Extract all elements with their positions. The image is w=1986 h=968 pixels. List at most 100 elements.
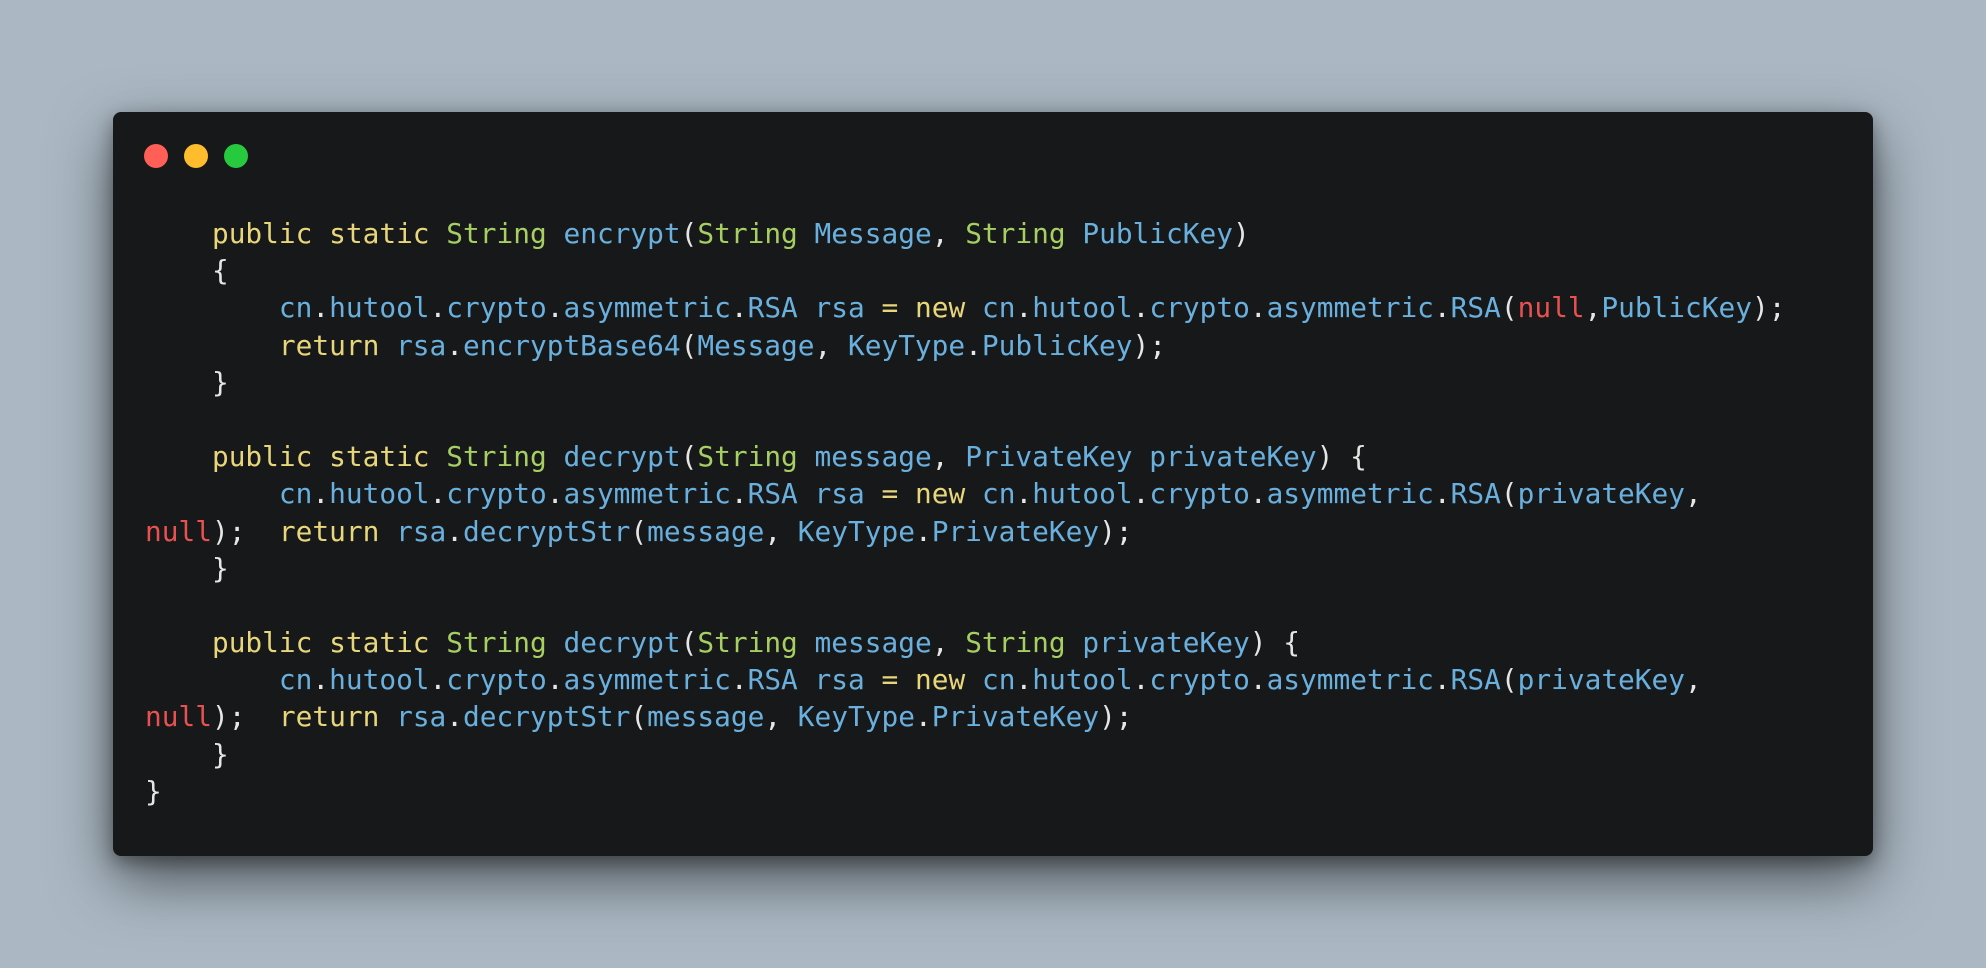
keyword-token: new (915, 291, 966, 325)
punctuation-token (145, 663, 279, 696)
identifier-token: RSA (747, 291, 798, 325)
punctuation-token (312, 440, 329, 473)
punctuation-token: . (730, 663, 748, 697)
punctuation-token (312, 217, 329, 250)
identifier-token: rsa (814, 663, 865, 697)
minimize-dot-icon[interactable] (184, 144, 208, 168)
window-controls (144, 144, 248, 168)
maximize-dot-icon[interactable] (224, 144, 248, 168)
punctuation-token: ) (1232, 217, 1250, 250)
punctuation-token: ) { (1316, 440, 1367, 474)
identifier-token: asymmetric (1266, 663, 1434, 697)
punctuation-token: ); (211, 700, 279, 734)
identifier-token: decrypt (563, 440, 681, 474)
code-line: null); return rsa.decryptStr(message, Ke… (145, 698, 1785, 735)
keyword-token: public (211, 440, 313, 474)
identifier-token: RSA (747, 663, 798, 697)
identifier-token: KeyType (797, 700, 915, 734)
punctuation-token: ( (1500, 663, 1518, 697)
punctuation-token (145, 440, 212, 473)
type-token: String (697, 626, 798, 660)
identifier-token: asymmetric (563, 477, 731, 511)
punctuation-token: . (312, 477, 330, 511)
punctuation-token: , (1584, 291, 1602, 325)
identifier-token: decryptStr (463, 700, 631, 734)
punctuation-token (145, 626, 212, 659)
punctuation-token: . (1015, 477, 1033, 511)
identifier-token: crypto (1149, 663, 1250, 697)
punctuation-token (965, 477, 982, 510)
identifier-token: rsa (814, 477, 865, 511)
identifier-token: PrivateKey (965, 440, 1133, 474)
punctuation-token (379, 515, 396, 548)
punctuation-token (965, 663, 982, 696)
identifier-token: cn (278, 477, 313, 511)
punctuation-token: . (1433, 477, 1451, 511)
identifier-token: crypto (446, 477, 547, 511)
type-token: String (697, 217, 798, 250)
code-line: } (145, 550, 1785, 587)
identifier-token: decryptStr (463, 514, 631, 548)
punctuation-token: , (1685, 477, 1702, 511)
identifier-token: rsa (396, 700, 447, 734)
identifier-token: decrypt (563, 626, 681, 660)
punctuation-token: . (730, 477, 748, 511)
punctuation-token: ( (1500, 291, 1518, 325)
punctuation-token: } (145, 365, 229, 399)
punctuation-token: } (145, 737, 229, 771)
punctuation-token: . (1132, 477, 1150, 511)
close-dot-icon[interactable] (144, 144, 168, 168)
identifier-token: privateKey (1517, 477, 1685, 511)
punctuation-token: . (965, 328, 982, 362)
punctuation-token: . (429, 477, 447, 511)
code-line: cn.hutool.crypto.asymmetric.RSA rsa = ne… (145, 475, 1785, 512)
identifier-token: cn (278, 291, 313, 325)
punctuation-token: ( (1500, 477, 1518, 511)
keyword-token: new (915, 663, 966, 697)
punctuation-token (965, 291, 982, 324)
punctuation-token (898, 663, 915, 696)
code-line: public static String encrypt(String Mess… (145, 215, 1785, 252)
code-line: { (145, 252, 1785, 289)
identifier-token: rsa (814, 291, 865, 325)
code-line: } (145, 364, 1785, 401)
identifier-token: privateKey (1082, 626, 1250, 660)
identifier-token: message (814, 440, 932, 474)
keyword-token: = (881, 663, 899, 697)
type-token: String (697, 440, 798, 474)
punctuation-token: ); (1099, 514, 1133, 548)
keyword-token: return (278, 328, 380, 362)
punctuation-token: . (546, 291, 564, 325)
punctuation-token: , (764, 514, 798, 548)
punctuation-token: . (1015, 291, 1033, 325)
identifier-token: crypto (1149, 291, 1250, 325)
type-token: String (965, 626, 1066, 660)
code-block: public static String encrypt(String Mess… (145, 215, 1785, 810)
identifier-token: rsa (396, 514, 447, 548)
code-line: public static String decrypt(String mess… (145, 624, 1785, 661)
punctuation-token (312, 626, 329, 659)
punctuation-token: , (931, 217, 966, 250)
punctuation-token (798, 477, 815, 510)
identifier-token: encrypt (563, 217, 681, 250)
code-line: cn.hutool.crypto.asymmetric.RSA rsa = ne… (145, 661, 1785, 698)
punctuation-token: ( (680, 626, 698, 660)
type-token: String (965, 217, 1066, 250)
punctuation-token (898, 477, 915, 510)
punctuation-token: . (1015, 663, 1033, 697)
identifier-token: hutool (1032, 291, 1133, 325)
identifier-token: privateKey (1149, 440, 1317, 474)
punctuation-token: ( (680, 217, 698, 250)
punctuation-token: . (914, 700, 932, 734)
identifier-token: hutool (329, 291, 430, 325)
identifier-token: PublicKey (981, 328, 1133, 362)
punctuation-token: . (1249, 291, 1267, 325)
punctuation-token: . (1249, 663, 1267, 697)
identifier-token: message (647, 700, 765, 734)
code-line: public static String decrypt(String mess… (145, 438, 1785, 475)
identifier-token: PrivateKey (931, 700, 1100, 734)
punctuation-token: . (1132, 291, 1150, 325)
keyword-token: public (211, 626, 313, 660)
identifier-token: PublicKey (1082, 217, 1233, 250)
